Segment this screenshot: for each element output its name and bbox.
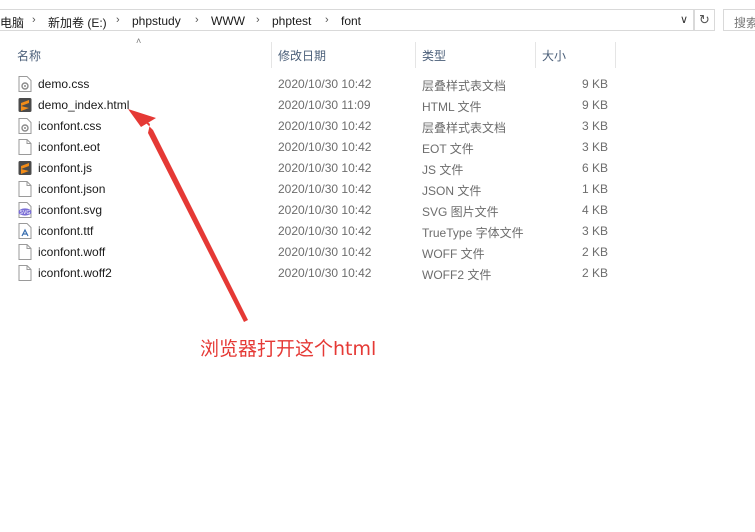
annotation-arrow [128,109,248,322]
annotation-text: 浏览器打开这个html [200,338,377,360]
